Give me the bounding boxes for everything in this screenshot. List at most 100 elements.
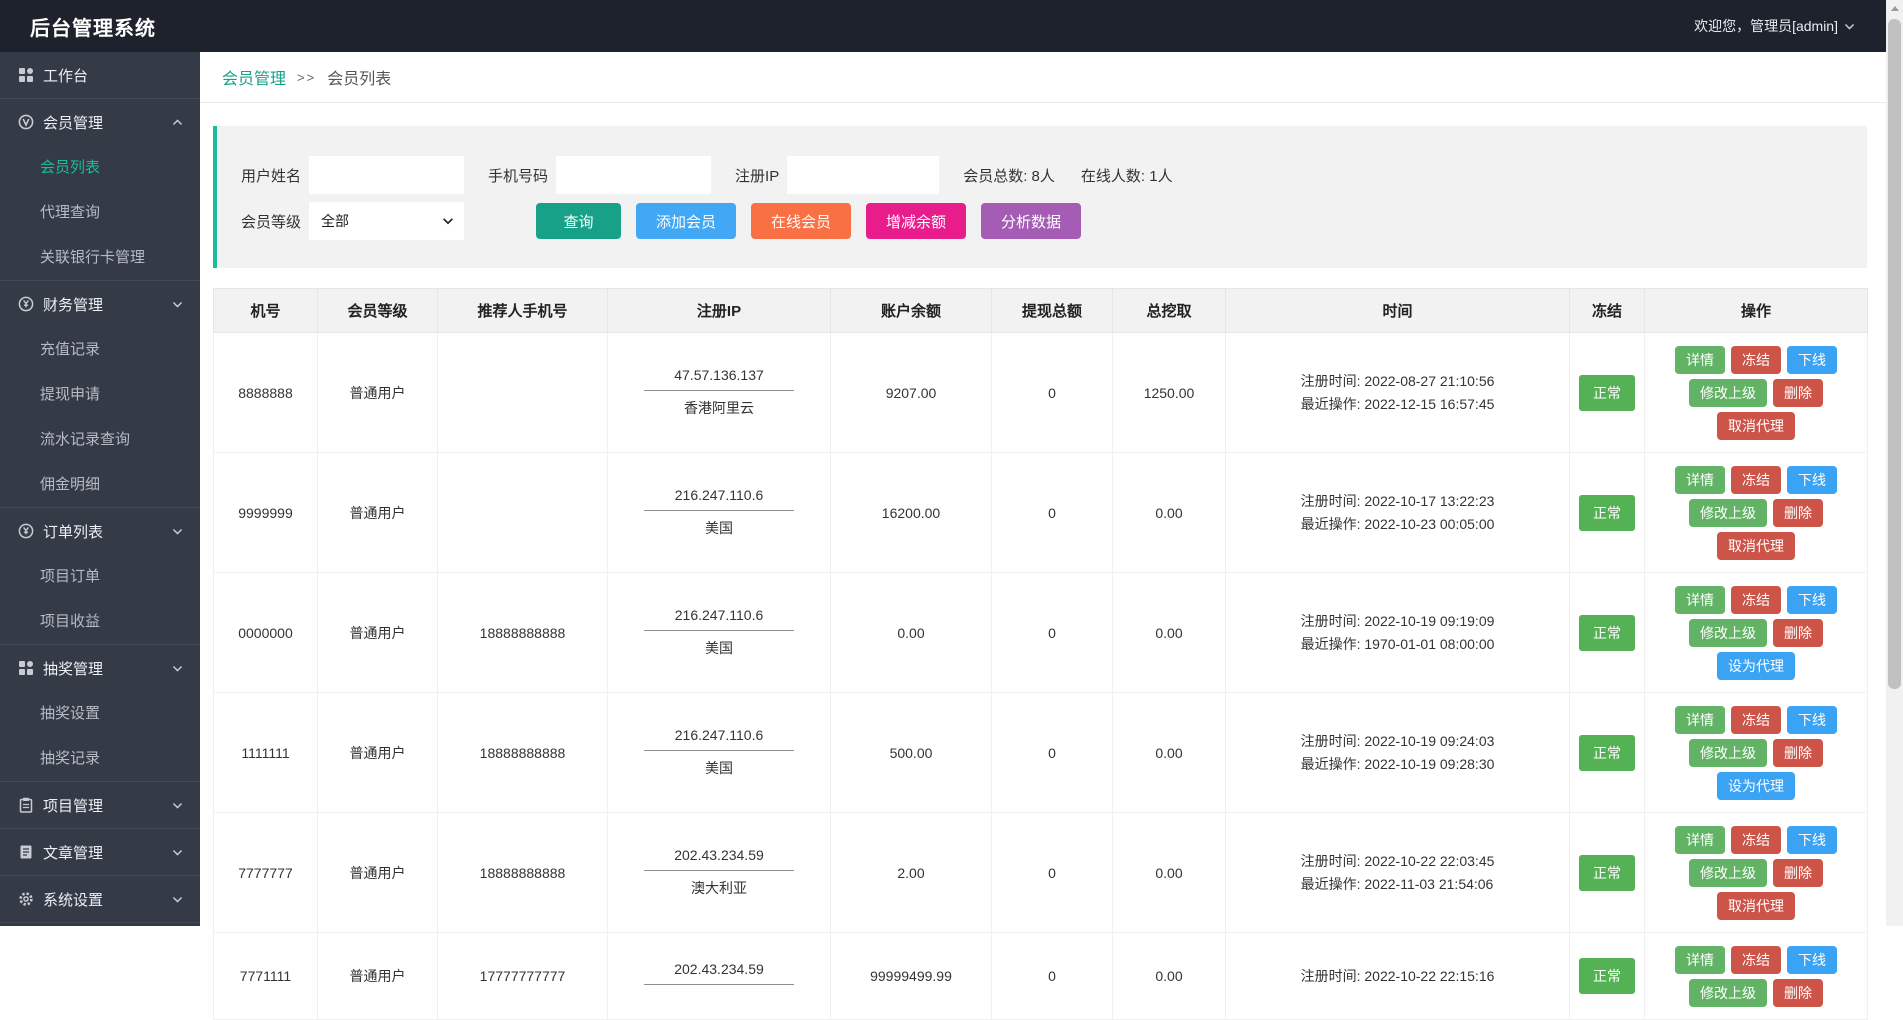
freeze-button[interactable]: 冻结	[1731, 706, 1781, 734]
freeze-status-button[interactable]: 正常	[1579, 495, 1635, 531]
column-header: 冻结	[1570, 289, 1645, 333]
detail-button[interactable]: 详情	[1675, 826, 1725, 854]
freeze-status-button[interactable]: 正常	[1579, 958, 1635, 994]
chevron-down-icon	[171, 893, 184, 906]
offline-button[interactable]: 下线	[1787, 466, 1837, 494]
delete-button[interactable]: 删除	[1773, 979, 1823, 1007]
freeze-status-button[interactable]: 正常	[1579, 855, 1635, 891]
table-row: 8888888普通用户47.57.136.137香港阿里云9207.000125…	[214, 333, 1868, 453]
sidebar-item-finance-management[interactable]: 财务管理	[0, 281, 200, 327]
action-button-row: 详情冻结下线	[1660, 703, 1852, 736]
table-row: 1111111普通用户18888888888216.247.110.6美国500…	[214, 693, 1868, 813]
phone-input[interactable]	[556, 156, 711, 194]
add-member-button[interactable]: 添加会员	[636, 203, 736, 239]
delete-button[interactable]: 删除	[1773, 739, 1823, 767]
action-button-row: 取消代理	[1660, 529, 1852, 562]
action-button-row: 详情冻结下线	[1660, 463, 1852, 496]
change-parent-button[interactable]: 修改上级	[1689, 979, 1767, 1007]
freeze-button[interactable]: 冻结	[1731, 946, 1781, 974]
detail-button[interactable]: 详情	[1675, 466, 1725, 494]
username-input[interactable]	[309, 156, 464, 194]
offline-button[interactable]: 下线	[1787, 346, 1837, 374]
sidebar-item-article-management[interactable]: 文章管理	[0, 829, 200, 875]
set-agent-button[interactable]: 设为代理	[1717, 652, 1795, 680]
user-menu[interactable]: 欢迎您，管理员[admin]	[1694, 16, 1856, 36]
action-button-row: 修改上级删除	[1660, 736, 1852, 769]
scroll-up-arrow-icon[interactable]	[1886, 0, 1903, 17]
cancel-agent-button[interactable]: 取消代理	[1717, 892, 1795, 920]
freeze-status-button[interactable]: 正常	[1579, 615, 1635, 651]
sidebar-item-lottery-records[interactable]: 抽奖记录	[0, 736, 200, 781]
vertical-scrollbar[interactable]	[1886, 0, 1903, 926]
detail-button[interactable]: 详情	[1675, 706, 1725, 734]
set-agent-button[interactable]: 设为代理	[1717, 772, 1795, 800]
sidebar-item-lottery-settings[interactable]: 抽奖设置	[0, 691, 200, 736]
adjust-balance-button[interactable]: 增减余额	[866, 203, 966, 239]
sidebar-item-recharge-records[interactable]: 充值记录	[0, 327, 200, 372]
analyze-data-button[interactable]: 分析数据	[981, 203, 1081, 239]
cell-referrer-phone: 18888888888	[438, 573, 608, 693]
sidebar-item-member-management[interactable]: 会员管理	[0, 99, 200, 145]
offline-button[interactable]: 下线	[1787, 826, 1837, 854]
last-action-time: 最近操作: 1970-01-01 08:00:00	[1301, 633, 1495, 656]
change-parent-button[interactable]: 修改上级	[1689, 859, 1767, 887]
delete-button[interactable]: 删除	[1773, 379, 1823, 407]
sidebar-item-withdraw-requests[interactable]: 提现申请	[0, 372, 200, 417]
freeze-button[interactable]: 冻结	[1731, 466, 1781, 494]
sidebar-item-project-management[interactable]: 项目管理	[0, 782, 200, 828]
sidebar-item-label: 项目管理	[43, 795, 171, 816]
detail-button[interactable]: 详情	[1675, 586, 1725, 614]
offline-button[interactable]: 下线	[1787, 946, 1837, 974]
sidebar-item-agent-query[interactable]: 代理查询	[0, 190, 200, 235]
change-parent-button[interactable]: 修改上级	[1689, 499, 1767, 527]
cell-referrer-phone: 17777777777	[438, 933, 608, 1020]
freeze-button[interactable]: 冻结	[1731, 346, 1781, 374]
cell-freeze: 正常	[1570, 453, 1645, 573]
change-parent-button[interactable]: 修改上级	[1689, 619, 1767, 647]
freeze-status-button[interactable]: 正常	[1579, 375, 1635, 411]
detail-button[interactable]: 详情	[1675, 946, 1725, 974]
sidebar-item-commission-details[interactable]: 佣金明细	[0, 462, 200, 507]
sidebar-item-project-earnings[interactable]: 项目收益	[0, 599, 200, 644]
time-block: 注册时间: 2022-10-22 22:15:16	[1301, 965, 1495, 988]
cancel-agent-button[interactable]: 取消代理	[1717, 412, 1795, 440]
change-parent-button[interactable]: 修改上级	[1689, 379, 1767, 407]
search-button[interactable]: 查询	[536, 203, 621, 239]
delete-button[interactable]: 删除	[1773, 859, 1823, 887]
breadcrumb-parent-link[interactable]: 会员管理	[222, 65, 286, 89]
online-members-button[interactable]: 在线会员	[751, 203, 851, 239]
sidebar-item-transaction-records-query[interactable]: 流水记录查询	[0, 417, 200, 462]
scrollbar-thumb[interactable]	[1888, 19, 1901, 689]
table-row: 7777777普通用户18888888888202.43.234.59澳大利亚2…	[214, 813, 1868, 933]
cell-total-mined: 0.00	[1113, 693, 1226, 813]
sidebar-item-project-orders[interactable]: 项目订单	[0, 554, 200, 599]
detail-button[interactable]: 详情	[1675, 346, 1725, 374]
settings-icon	[18, 891, 34, 907]
freeze-status-button[interactable]: 正常	[1579, 735, 1635, 771]
offline-button[interactable]: 下线	[1787, 706, 1837, 734]
delete-button[interactable]: 删除	[1773, 619, 1823, 647]
delete-button[interactable]: 删除	[1773, 499, 1823, 527]
member-level-select[interactable]: 全部	[309, 202, 464, 240]
cancel-agent-button[interactable]: 取消代理	[1717, 532, 1795, 560]
change-parent-button[interactable]: 修改上级	[1689, 739, 1767, 767]
register-ip-input[interactable]	[787, 156, 939, 194]
sidebar-item-member-list[interactable]: 会员列表	[0, 145, 200, 190]
action-button-row: 详情冻结下线	[1660, 943, 1852, 976]
register-time: 注册时间: 2022-08-27 21:10:56	[1301, 370, 1495, 393]
freeze-button[interactable]: 冻结	[1731, 586, 1781, 614]
topbar: 后台管理系统 欢迎您，管理员[admin]	[0, 0, 1886, 52]
sidebar-item-workbench[interactable]: 工作台	[0, 52, 200, 98]
sidebar-item-system-settings[interactable]: 系统设置	[0, 876, 200, 922]
sidebar-item-bank-card-management[interactable]: 关联银行卡管理	[0, 235, 200, 280]
orders-icon	[18, 523, 34, 539]
cell-withdraw-total: 0	[992, 933, 1113, 1020]
sidebar-item-lottery-management[interactable]: 抽奖管理	[0, 645, 200, 691]
column-header: 操作	[1645, 289, 1868, 333]
offline-button[interactable]: 下线	[1787, 586, 1837, 614]
username-label: 用户姓名	[241, 165, 301, 186]
member-total-stat: 会员总数: 8人	[963, 165, 1055, 186]
cell-withdraw-total: 0	[992, 573, 1113, 693]
sidebar-item-order-list[interactable]: 订单列表	[0, 508, 200, 554]
freeze-button[interactable]: 冻结	[1731, 826, 1781, 854]
